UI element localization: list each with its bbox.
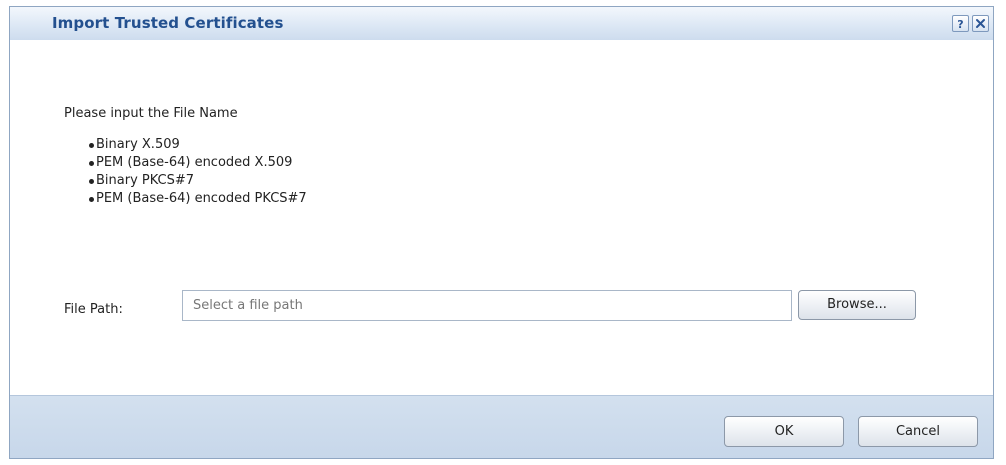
dialog-footer: OK Cancel bbox=[10, 395, 993, 458]
list-item: PEM (Base-64) encoded PKCS#7 bbox=[64, 190, 307, 208]
help-icon[interactable]: ? bbox=[952, 15, 969, 32]
svg-text:?: ? bbox=[957, 18, 963, 30]
cancel-button[interactable]: Cancel bbox=[858, 416, 978, 447]
browse-button[interactable]: Browse... bbox=[798, 290, 916, 320]
bullet-icon bbox=[89, 143, 94, 148]
dialog-title: Import Trusted Certificates bbox=[52, 14, 284, 32]
bullet-icon bbox=[89, 179, 94, 184]
dialog-titlebar: Import Trusted Certificates ? bbox=[10, 7, 993, 41]
dialog-content: Please input the File Name Binary X.509 … bbox=[10, 40, 993, 395]
format-list: Binary X.509 PEM (Base-64) encoded X.509… bbox=[64, 136, 307, 208]
file-path-label: File Path: bbox=[64, 302, 123, 317]
ok-button[interactable]: OK bbox=[724, 416, 844, 447]
format-label: PEM (Base-64) encoded PKCS#7 bbox=[96, 191, 307, 206]
list-item: Binary X.509 bbox=[64, 136, 307, 154]
list-item: Binary PKCS#7 bbox=[64, 172, 307, 190]
format-label: Binary X.509 bbox=[96, 137, 180, 152]
bullet-icon bbox=[89, 197, 94, 202]
bullet-icon bbox=[89, 161, 94, 166]
close-icon[interactable] bbox=[972, 15, 989, 32]
list-item: PEM (Base-64) encoded X.509 bbox=[64, 154, 307, 172]
format-label: Binary PKCS#7 bbox=[96, 173, 195, 188]
file-path-input[interactable] bbox=[182, 290, 792, 321]
format-label: PEM (Base-64) encoded X.509 bbox=[96, 155, 293, 170]
intro-text: Please input the File Name bbox=[64, 106, 238, 121]
import-trusted-certificates-dialog: Import Trusted Certificates ? Please inp… bbox=[9, 6, 994, 459]
